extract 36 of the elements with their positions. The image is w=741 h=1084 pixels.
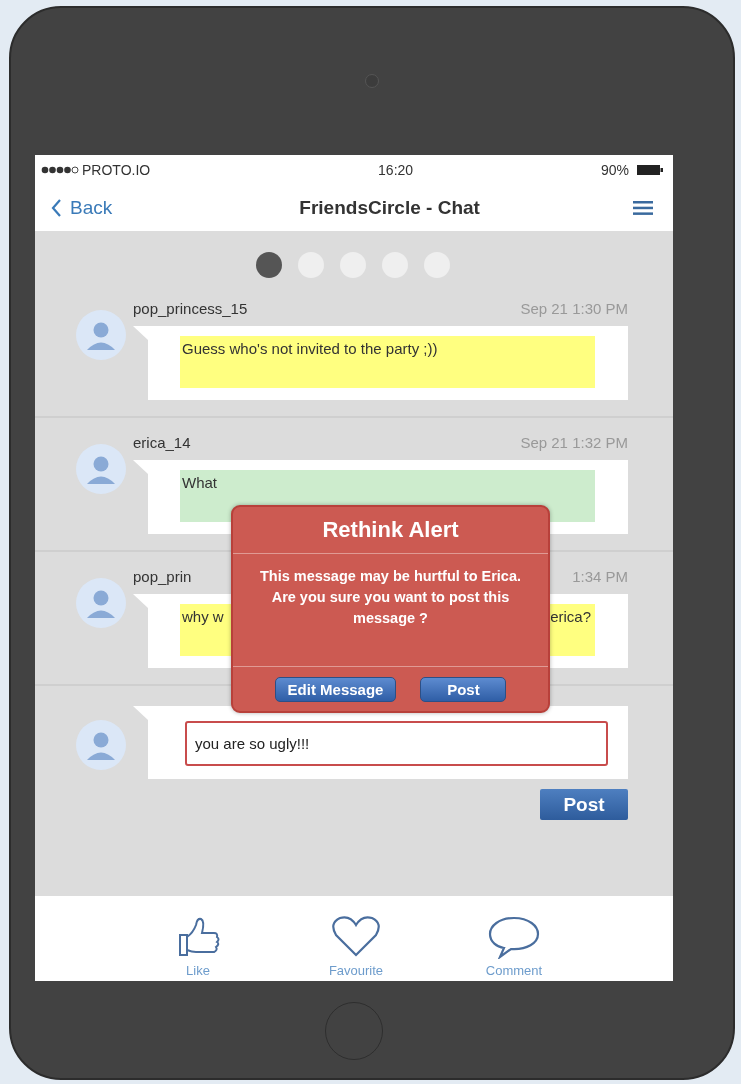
alert-button[interactable]: Edit Message xyxy=(274,676,397,702)
page-dot[interactable] xyxy=(256,252,282,278)
alert-title: Rethink Alert xyxy=(233,507,548,554)
tab-label[interactable]: Comment xyxy=(485,963,543,978)
avatar-icon xyxy=(76,444,126,494)
avatar-icon xyxy=(76,720,126,770)
timestamp: 1:34 PM xyxy=(572,567,628,585)
timestamp: Sep 21 1:32 PM xyxy=(520,433,628,451)
message-text: Guess who's not invited to the party ;)) xyxy=(182,340,438,357)
avatar-icon xyxy=(76,578,126,628)
message-input[interactable]: you are so ugly!!! xyxy=(185,721,608,766)
tab-label[interactable]: Like xyxy=(186,963,210,978)
clock: 16:20 xyxy=(378,162,414,178)
username: pop_princess_15 xyxy=(133,299,248,317)
username: pop_prin xyxy=(133,567,192,585)
message-text: What xyxy=(182,474,217,491)
back-link[interactable]: Back xyxy=(51,197,113,219)
chevron-left-icon xyxy=(51,199,62,217)
alert-button[interactable]: Post xyxy=(420,676,507,702)
message-text: erica? xyxy=(550,608,591,625)
alert-message: This message may be hurtful to Erica. Are you sure you want to post this message ? xyxy=(233,554,548,667)
thumbs-up-icon[interactable] xyxy=(176,915,220,959)
heart-icon[interactable] xyxy=(331,915,381,959)
battery-percent: 90% xyxy=(600,162,629,178)
message-text: why w xyxy=(182,608,224,625)
screen-title: FriendsCircle - Chat xyxy=(299,197,480,219)
timestamp: Sep 21 1:30 PM xyxy=(520,299,628,317)
speech-bubble-icon[interactable] xyxy=(487,915,541,959)
signal-icon xyxy=(41,166,79,174)
carrier-name: PROTO.IO xyxy=(82,162,151,178)
avatar-icon xyxy=(76,310,126,360)
username: erica_14 xyxy=(133,433,191,451)
tab-label[interactable]: Favourite xyxy=(328,963,384,978)
post-button[interactable]: Post xyxy=(540,789,628,820)
battery-icon xyxy=(637,165,663,175)
menu-icon[interactable] xyxy=(633,201,653,215)
